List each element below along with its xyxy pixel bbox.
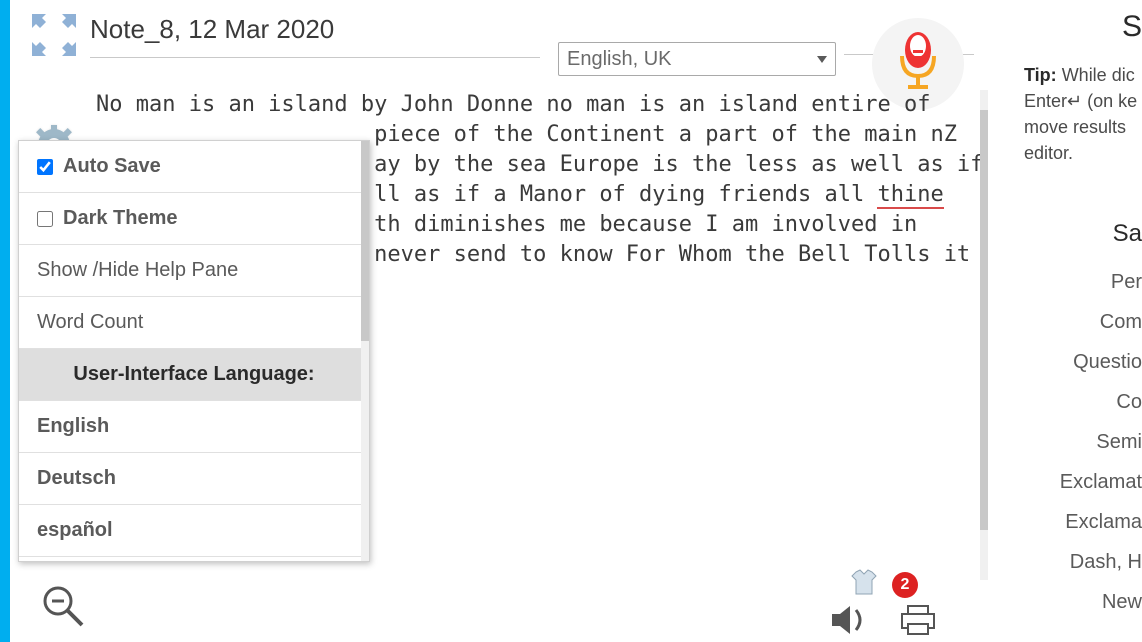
settings-menu: Auto Save Dark Theme Show /Hide Help Pan… <box>18 140 370 562</box>
punct-item[interactable]: Dash, H <box>1024 542 1142 582</box>
menu-header-ui-language: User-Interface Language: <box>19 349 369 401</box>
tip-text: Tip: While dic Enter↵ (on ke move result… <box>1024 62 1142 166</box>
language-select-value: English, UK <box>567 48 672 71</box>
punctuation-list: Sa Per Com Questio Co Semi Exclamat Excl… <box>1024 214 1142 622</box>
punct-item[interactable]: Per <box>1024 262 1142 302</box>
menu-scrollbar-thumb[interactable] <box>361 141 369 341</box>
language-select[interactable]: English, UK <box>558 42 836 76</box>
title-divider-left <box>90 57 540 58</box>
punct-item[interactable]: Questio <box>1024 342 1142 382</box>
notification-badge[interactable]: 2 <box>892 572 918 598</box>
menu-item-show-help[interactable]: Show /Hide Help Pane <box>19 245 369 297</box>
spellcheck-underline[interactable]: thine <box>877 182 943 209</box>
menu-item-word-count[interactable]: Word Count <box>19 297 369 349</box>
menu-item-auto-save[interactable]: Auto Save <box>19 141 369 193</box>
zoom-out-button[interactable] <box>42 585 84 632</box>
punct-item[interactable]: Co <box>1024 382 1142 422</box>
auto-save-checkbox[interactable] <box>37 159 53 175</box>
punct-item[interactable]: Exclamat <box>1024 462 1142 502</box>
speaker-icon[interactable] <box>830 604 870 641</box>
microphone-icon <box>896 32 940 97</box>
shirt-icon[interactable] <box>850 568 878 601</box>
help-pane: S Tip: While dic Enter↵ (on ke move resu… <box>1012 0 1142 642</box>
print-icon[interactable] <box>900 604 936 641</box>
help-heading-fragment: S <box>1024 10 1142 44</box>
menu-lang-deutsch[interactable]: Deutsch <box>19 453 369 505</box>
menu-item-dark-theme[interactable]: Dark Theme <box>19 193 369 245</box>
accent-bar <box>0 0 10 642</box>
fullscreen-icon[interactable] <box>32 14 90 61</box>
editor-scrollbar[interactable] <box>980 90 988 580</box>
punct-item[interactable]: Exclama <box>1024 502 1142 542</box>
dark-theme-checkbox[interactable] <box>37 211 53 227</box>
menu-lang-espanol[interactable]: español <box>19 505 369 557</box>
note-title[interactable]: Note_8, 12 Mar 2020 <box>90 0 1012 45</box>
punct-item[interactable]: Com <box>1024 302 1142 342</box>
punct-item[interactable]: Semi <box>1024 422 1142 462</box>
scrollbar-thumb[interactable] <box>980 110 988 530</box>
menu-lang-english[interactable]: English <box>19 401 369 453</box>
punct-item[interactable]: New <box>1024 582 1142 622</box>
